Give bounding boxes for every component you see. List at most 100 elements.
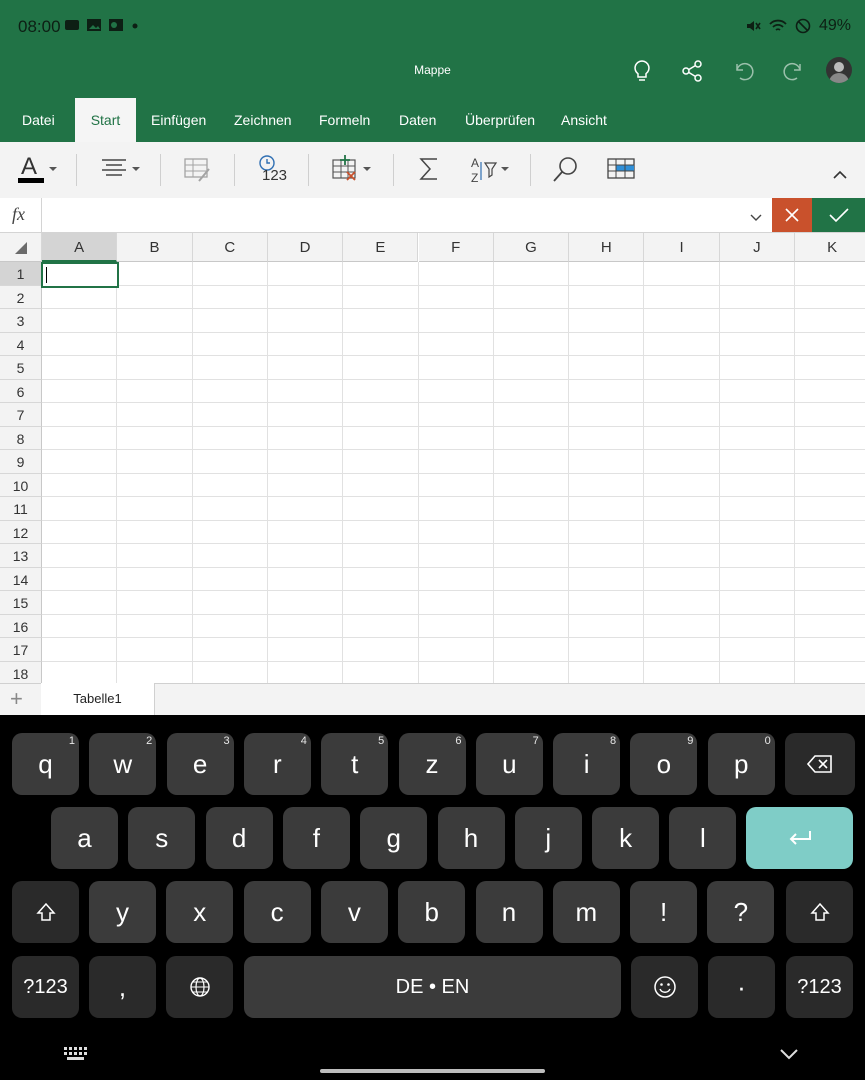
row-header-1[interactable]: 1 [0, 262, 42, 286]
align-button[interactable] [100, 156, 144, 187]
shift-key-right[interactable] [786, 881, 853, 943]
spreadsheet-grid[interactable]: ABCDEFGHIJK 1 2 3 4 5 6 7 8 9 10 11 12 13 14 15 16 17 18 [0, 233, 865, 683]
column-header-a[interactable]: A [42, 233, 118, 262]
symbols-key-left[interactable]: ?123 [12, 956, 79, 1018]
row-header-17[interactable]: 17 [0, 638, 42, 662]
sort-filter-button[interactable]: AZ [470, 154, 514, 189]
number-format-button[interactable]: 123 [256, 153, 290, 190]
row-header-16[interactable]: 16 [0, 614, 42, 638]
key-j[interactable]: j [514, 807, 582, 869]
key-b[interactable]: b [398, 881, 466, 943]
tab-datei[interactable]: Datei [22, 98, 55, 142]
search-icon[interactable] [552, 155, 580, 188]
key-o[interactable]: o9 [630, 733, 698, 795]
select-all-corner[interactable] [0, 233, 42, 262]
row-header-18[interactable]: 18 [0, 661, 42, 683]
key-v[interactable]: v [320, 881, 388, 943]
row-header-5[interactable]: 5 [0, 356, 42, 380]
key-k[interactable]: k [592, 807, 660, 869]
row-header-12[interactable]: 12 [0, 520, 42, 544]
key-x[interactable]: x [166, 881, 234, 943]
row-header-3[interactable]: 3 [0, 309, 42, 333]
lightbulb-icon[interactable] [629, 58, 655, 84]
key-r[interactable]: r4 [243, 733, 311, 795]
format-painter-icon[interactable] [183, 155, 213, 188]
column-header-f[interactable]: F [418, 233, 494, 262]
tab-daten[interactable]: Daten [399, 98, 436, 142]
key-l[interactable]: l [669, 807, 737, 869]
column-header-c[interactable]: C [192, 233, 268, 262]
key-p[interactable]: p0 [707, 733, 775, 795]
key-y[interactable]: y [89, 881, 156, 943]
sheet-tab[interactable]: Tabelle1 [41, 683, 155, 715]
redo-icon[interactable] [781, 58, 807, 84]
symbols-key-right[interactable]: ?123 [786, 956, 853, 1018]
key-question[interactable]: ? [707, 881, 775, 943]
cancel-entry-button[interactable] [772, 198, 812, 232]
tab-start[interactable]: Start [75, 98, 136, 142]
formula-bar[interactable] [0, 198, 865, 233]
key-exclamation[interactable]: ! [630, 881, 698, 943]
freeze-panes-icon[interactable] [607, 157, 637, 186]
row-header-14[interactable]: 14 [0, 567, 42, 591]
insert-delete-cells-button[interactable] [331, 154, 375, 189]
row-header-13[interactable]: 13 [0, 544, 42, 568]
confirm-entry-button[interactable] [812, 198, 865, 232]
shift-key-left[interactable] [12, 881, 79, 943]
column-header-i[interactable]: I [644, 233, 720, 262]
row-header-2[interactable]: 2 [0, 285, 42, 309]
home-gesture-bar[interactable] [320, 1069, 545, 1073]
enter-key[interactable] [746, 807, 853, 869]
key-d[interactable]: d [205, 807, 273, 869]
key-g[interactable]: g [360, 807, 428, 869]
tab-formeln[interactable]: Formeln [319, 98, 370, 142]
column-header-g[interactable]: G [493, 233, 570, 262]
key-q[interactable]: q1 [12, 733, 79, 795]
key-s[interactable]: s [128, 807, 196, 869]
key-n[interactable]: n [475, 881, 543, 943]
font-color-button[interactable]: A [17, 153, 61, 189]
key-m[interactable]: m [552, 881, 620, 943]
column-header-b[interactable]: B [117, 233, 193, 262]
key-f[interactable]: f [282, 807, 350, 869]
column-header-d[interactable]: D [267, 233, 344, 262]
language-key[interactable] [166, 956, 233, 1018]
avatar[interactable] [826, 57, 852, 83]
column-header-j[interactable]: J [719, 233, 795, 262]
collapse-ribbon-icon[interactable] [832, 168, 848, 186]
tab-ansicht[interactable]: Ansicht [561, 98, 607, 142]
row-header-8[interactable]: 8 [0, 426, 42, 450]
key-e[interactable]: e3 [166, 733, 234, 795]
row-header-6[interactable]: 6 [0, 379, 42, 403]
add-sheet-button[interactable]: + [10, 686, 23, 712]
key-z[interactable]: z6 [398, 733, 466, 795]
tab-einfuegen[interactable]: Einfügen [151, 98, 206, 142]
column-header-h[interactable]: H [569, 233, 645, 262]
row-header-9[interactable]: 9 [0, 450, 42, 474]
hide-keyboard-icon[interactable] [779, 1047, 799, 1066]
key-t[interactable]: t5 [321, 733, 389, 795]
autosum-icon[interactable] [417, 156, 441, 187]
expand-formula-icon[interactable] [750, 210, 762, 228]
share-icon[interactable] [679, 58, 705, 84]
key-a[interactable]: a [51, 807, 118, 869]
row-header-10[interactable]: 10 [0, 473, 42, 497]
comma-key[interactable]: , [89, 956, 156, 1018]
column-header-k[interactable]: K [795, 233, 865, 262]
row-header-4[interactable]: 4 [0, 332, 42, 356]
backspace-key[interactable] [785, 733, 855, 795]
space-key[interactable]: DE • EN [244, 956, 621, 1018]
column-header-e[interactable]: E [343, 233, 419, 262]
key-u[interactable]: u7 [475, 733, 543, 795]
key-h[interactable]: h [437, 807, 505, 869]
tab-zeichnen[interactable]: Zeichnen [234, 98, 292, 142]
row-header-15[interactable]: 15 [0, 591, 42, 615]
emoji-key[interactable] [631, 956, 698, 1018]
undo-icon[interactable] [730, 58, 756, 84]
active-cell-a1[interactable] [41, 262, 119, 288]
tab-ueberpruefen[interactable]: Überprüfen [465, 98, 535, 142]
row-header-11[interactable]: 11 [0, 497, 42, 521]
keyboard-layout-icon[interactable] [64, 1046, 88, 1067]
row-header-7[interactable]: 7 [0, 403, 42, 427]
key-w[interactable]: w2 [89, 733, 157, 795]
